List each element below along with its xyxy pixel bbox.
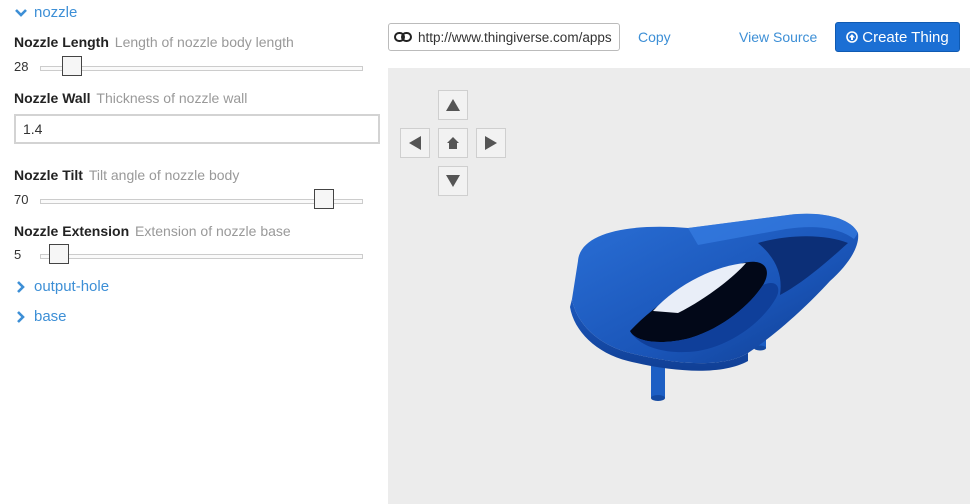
nozzle-extension-label: Nozzle Extension Extension of nozzle bas… bbox=[14, 223, 291, 239]
nozzle-extension-value: 5 bbox=[14, 247, 22, 262]
chevron-down-icon bbox=[15, 8, 27, 17]
pan-up-button[interactable] bbox=[438, 90, 468, 120]
home-view-button[interactable] bbox=[438, 128, 468, 158]
arrow-right-icon bbox=[485, 136, 497, 150]
view-source-link[interactable]: View Source bbox=[739, 29, 817, 45]
nozzle-length-thumb[interactable] bbox=[62, 56, 83, 76]
parameter-panel: nozzle Nozzle Length Length of nozzle bo… bbox=[0, 0, 388, 504]
circle-arrow-up-icon bbox=[846, 31, 859, 43]
nozzle-tilt-slider[interactable]: 70 bbox=[14, 189, 366, 213]
pan-left-button[interactable] bbox=[400, 128, 430, 158]
arrow-down-icon bbox=[446, 175, 460, 187]
nozzle-wall-desc: Thickness of nozzle wall bbox=[96, 90, 248, 106]
create-thing-button[interactable]: Create Thing bbox=[835, 22, 960, 52]
section-base-toggle[interactable]: base bbox=[14, 308, 67, 325]
link-icon bbox=[394, 32, 412, 42]
nozzle-tilt-desc: Tilt angle of nozzle body bbox=[88, 167, 240, 183]
nozzle-length-name: Nozzle Length bbox=[14, 34, 109, 50]
nozzle-wall-label: Nozzle Wall Thickness of nozzle wall bbox=[14, 90, 247, 106]
arrow-left-icon bbox=[409, 136, 421, 150]
3d-viewport[interactable] bbox=[388, 68, 970, 504]
share-url-text: http://www.thingiverse.com/apps bbox=[418, 29, 612, 45]
pan-right-button[interactable] bbox=[476, 128, 506, 158]
nozzle-length-track[interactable] bbox=[40, 66, 363, 71]
viewer-toolbar: http://www.thingiverse.com/apps Copy Vie… bbox=[388, 0, 970, 68]
section-base-label: base bbox=[34, 308, 67, 325]
nozzle-extension-slider[interactable]: 5 bbox=[14, 244, 366, 268]
nozzle-extension-track[interactable] bbox=[40, 254, 363, 259]
section-nozzle-toggle[interactable]: nozzle bbox=[14, 4, 77, 21]
section-output-hole-toggle[interactable]: output-hole bbox=[14, 278, 109, 295]
arrow-up-icon bbox=[446, 99, 460, 111]
nozzle-length-label: Nozzle Length Length of nozzle body leng… bbox=[14, 34, 294, 50]
nozzle-wall-name: Nozzle Wall bbox=[14, 90, 91, 106]
nozzle-wall-input[interactable]: 1.4 bbox=[14, 114, 380, 144]
nozzle-tilt-value: 70 bbox=[14, 192, 29, 207]
section-output-hole-label: output-hole bbox=[34, 278, 110, 295]
nozzle-extension-thumb[interactable] bbox=[49, 244, 70, 264]
nozzle-tilt-label: Nozzle Tilt Tilt angle of nozzle body bbox=[14, 167, 239, 183]
chevron-right-icon bbox=[17, 310, 25, 323]
chevron-right-icon bbox=[17, 280, 25, 293]
nozzle-tilt-name: Nozzle Tilt bbox=[14, 167, 83, 183]
nozzle-extension-desc: Extension of nozzle base bbox=[135, 223, 291, 239]
home-icon bbox=[447, 137, 459, 149]
nozzle-tilt-thumb[interactable] bbox=[314, 189, 335, 209]
nozzle-length-desc: Length of nozzle body length bbox=[114, 34, 294, 50]
nozzle-length-value: 28 bbox=[14, 59, 29, 74]
pan-down-button[interactable] bbox=[438, 166, 468, 196]
nozzle-3d-model bbox=[570, 213, 859, 401]
copy-link[interactable]: Copy bbox=[638, 29, 671, 45]
nozzle-length-slider[interactable]: 28 bbox=[14, 56, 366, 80]
create-thing-label: Create Thing bbox=[862, 28, 949, 46]
section-nozzle-label: nozzle bbox=[34, 4, 78, 21]
nozzle-extension-name: Nozzle Extension bbox=[14, 223, 130, 239]
share-url-field[interactable]: http://www.thingiverse.com/apps bbox=[388, 23, 620, 51]
